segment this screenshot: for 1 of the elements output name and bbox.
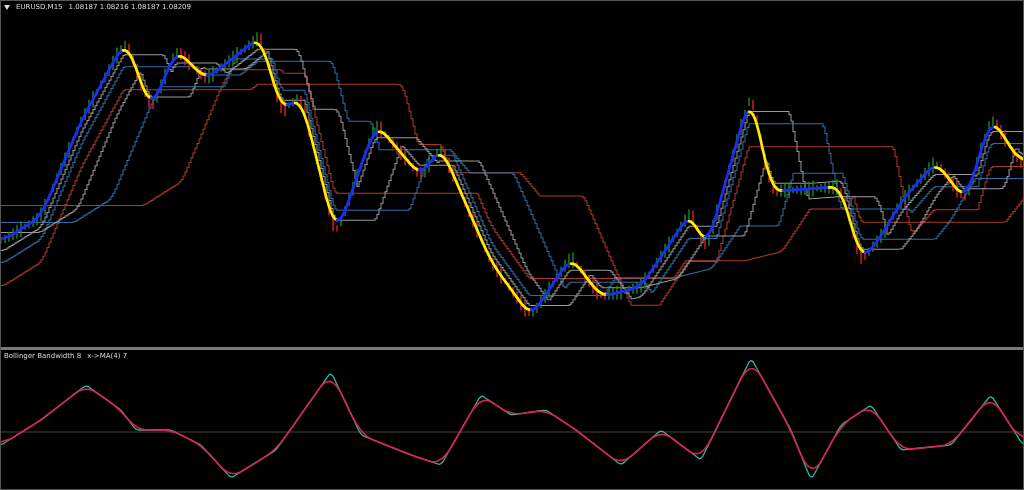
triangle-icon[interactable] (4, 4, 10, 10)
